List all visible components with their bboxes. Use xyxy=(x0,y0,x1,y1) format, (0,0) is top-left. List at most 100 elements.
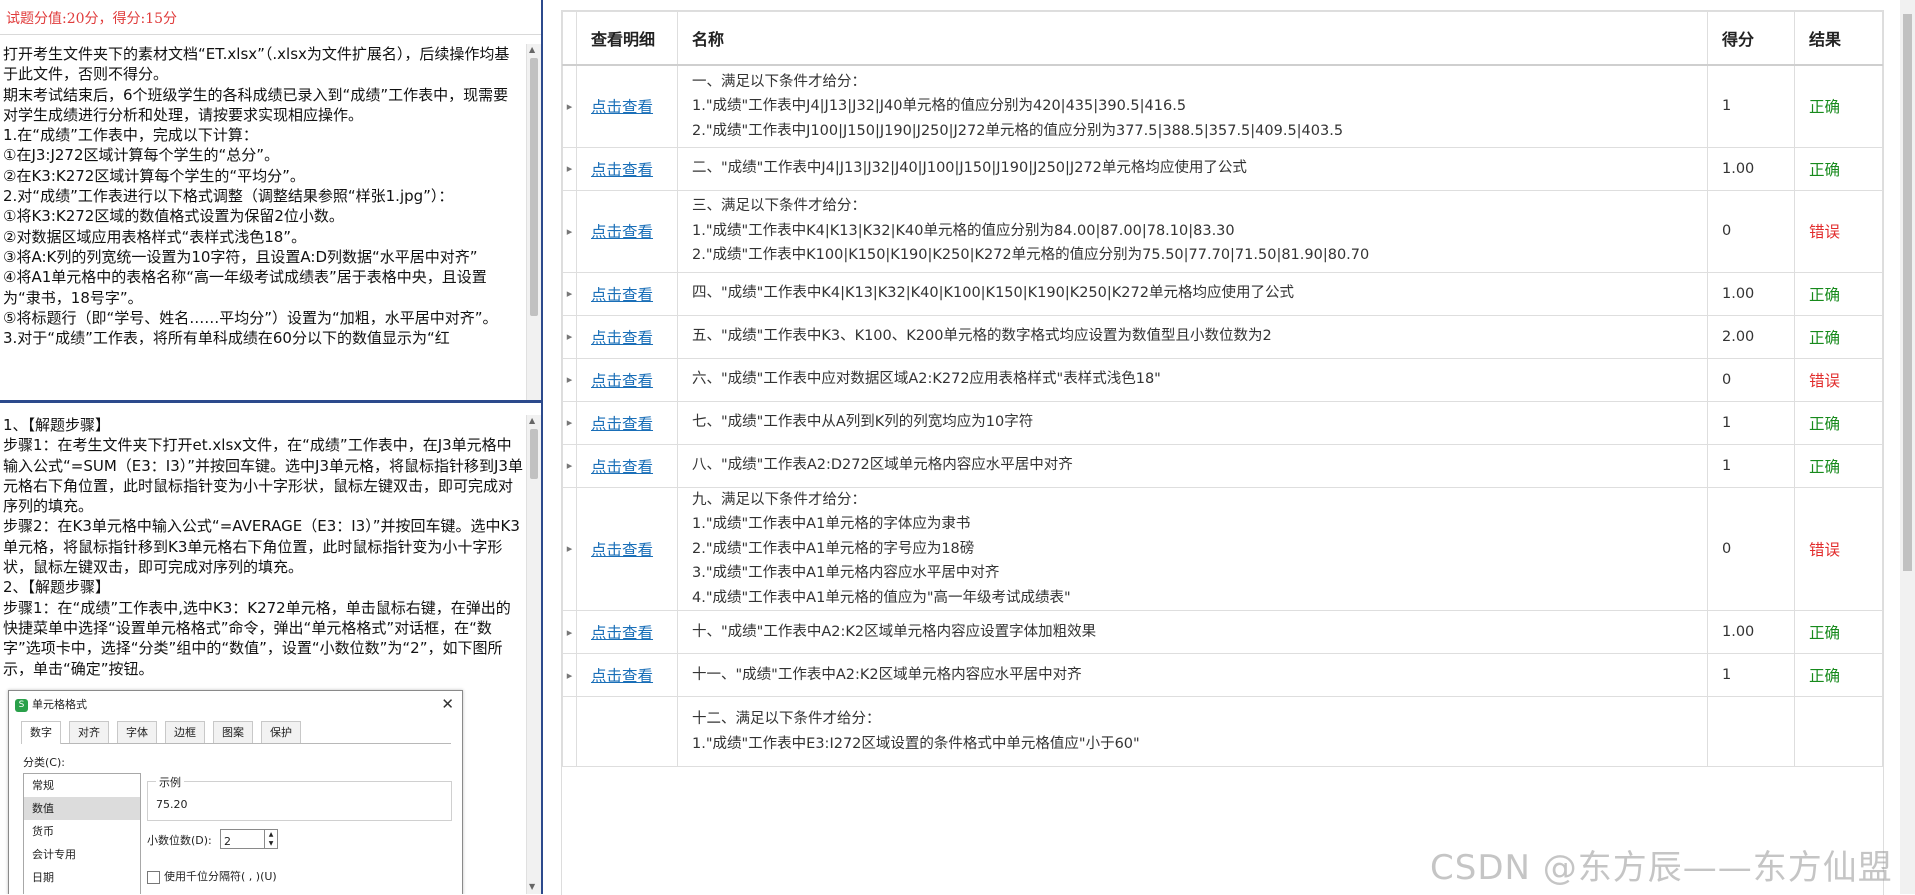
sample-value: 75.20 xyxy=(156,798,188,811)
question-line: 2.对“成绩”工作表进行以下格式调整（调整结果参照“样张1.jpg”）： xyxy=(3,187,454,206)
answer-line: 2、【解题步骤】 xyxy=(3,578,111,597)
expand-row-icon[interactable]: ▸ xyxy=(562,357,577,402)
page-scrollbar[interactable] xyxy=(1900,0,1915,894)
view-cell: 点击查看 xyxy=(576,64,678,148)
scroll-up-icon[interactable]: ▲ xyxy=(529,417,535,425)
criterion-name-cell: 五、"成绩"工作表中K3、K100、K200单元格的数字格式均应设置为数值型且小… xyxy=(677,314,1708,359)
table-row: ▸ 点击查看 八、"成绩"工作表A2:D272区域单元格内容应水平居中对齐 1 正确 xyxy=(562,443,1883,488)
question-scrollbar[interactable]: ▲ xyxy=(526,44,541,400)
criterion-line: 1."成绩"工作表中E3:I272区域设置的条件格式中单元格值应"小于60" xyxy=(692,735,1140,752)
score-bar: 试题分值:20分，得分:15分 xyxy=(0,0,541,35)
expand-row-icon[interactable]: ▸ xyxy=(562,271,577,316)
result-wrong-badge: 错误 xyxy=(1794,189,1883,273)
answer-line: 步骤1：在“成绩”工作表中,选中K3：K272单元格，单击鼠标右键，在弹出的快捷… xyxy=(3,598,511,678)
expand-row-icon[interactable]: ▸ xyxy=(562,443,577,488)
criterion-line: 1."成绩"工作表中J4|J13|J32|J40单元格的值应分别为420|435… xyxy=(692,98,1187,114)
question-line: ③将A:K列的列宽统一设置为10字符，且设置A:D列数据“水平居中对齐” xyxy=(3,247,478,266)
table-row: ▸ 点击查看 九、满足以下条件才给分： 1."成绩"工作表中A1单元格的字体应为隶书 2… xyxy=(562,486,1883,611)
view-cell: 点击查看 xyxy=(576,357,678,402)
expand-row-icon[interactable]: ▸ xyxy=(562,314,577,359)
view-cell: 点击查看 xyxy=(576,486,678,611)
view-details-link[interactable]: 点击查看 xyxy=(591,415,653,433)
expand-row-icon[interactable]: ▸ xyxy=(562,189,577,273)
page-scroll-thumb[interactable] xyxy=(1903,14,1912,571)
question-line: ①在J3:J272区域计算每个学生的“总分”。 xyxy=(3,146,280,165)
header-score: 得分 xyxy=(1707,11,1795,66)
header-name: 名称 xyxy=(677,11,1708,66)
view-details-link[interactable]: 点击查看 xyxy=(591,329,653,347)
dialog-title-text: 单元格格式 xyxy=(32,698,87,711)
score-cell: 1 xyxy=(1707,443,1795,488)
table-row: ▸ 点击查看 七、"成绩"工作表中从A列到K列的列宽均应为10字符 1 正确 xyxy=(562,400,1883,445)
tab-alignment: 对齐 xyxy=(69,721,109,743)
criterion-name-cell: 六、"成绩"工作表中应对数据区域A2:K272应用表格样式"表样式浅色18" xyxy=(677,357,1708,402)
view-details-link[interactable]: 点击查看 xyxy=(591,98,653,116)
score-cell: 1 xyxy=(1707,400,1795,445)
expand-row-icon[interactable] xyxy=(562,696,577,767)
view-details-link[interactable]: 点击查看 xyxy=(591,223,653,241)
question-line: ①将K3:K272区域的数值格式设置为保留2位小数。 xyxy=(3,207,344,226)
criterion-line: 三、满足以下条件才给分： xyxy=(692,198,866,215)
decimal-value: 2 xyxy=(224,835,231,848)
tab-border: 边框 xyxy=(165,721,205,743)
criterion-name-cell: 十、"成绩"工作表中A2:K2区域单元格内容应设置字体加粗效果 xyxy=(677,610,1708,654)
criterion-name-cell: 十一、"成绩"工作表中A2:K2区域单元格内容应水平居中对齐 xyxy=(677,653,1708,697)
question-line: ②对数据区域应用表格样式“表样式浅色18”。 xyxy=(3,227,307,246)
view-cell: 点击查看 xyxy=(576,443,678,488)
expand-row-icon[interactable]: ▸ xyxy=(562,486,577,611)
view-cell xyxy=(576,696,678,767)
result-correct-badge: 正确 xyxy=(1794,400,1883,445)
scroll-down-icon[interactable]: ▼ xyxy=(529,883,535,891)
view-details-link[interactable]: 点击查看 xyxy=(591,161,653,179)
pane-divider[interactable] xyxy=(0,400,541,403)
table-header-row: 查看明细 名称 得分 结果 xyxy=(562,11,1883,66)
criterion-line: 一、满足以下条件才给分： xyxy=(692,73,866,90)
score-cell: 0 xyxy=(1707,357,1795,402)
criterion-line: 五、"成绩"工作表中K3、K100、K200单元格的数字格式均应设置为数值型且小… xyxy=(692,328,1272,345)
left-panel: 试题分值:20分，得分:15分 打开考生文件夹下的素材文档“ET.xlsx”（.… xyxy=(0,0,543,894)
table-row: ▸ 点击查看 三、满足以下条件才给分： 1."成绩"工作表中K4|K13|K32|K4… xyxy=(562,189,1883,273)
result-correct-badge: 正确 xyxy=(1794,443,1883,488)
criterion-line: 十二、满足以下条件才给分： xyxy=(692,711,881,727)
view-details-link[interactable]: 点击查看 xyxy=(591,624,653,642)
result-correct-badge: 正确 xyxy=(1794,610,1883,654)
table-row: 十二、满足以下条件才给分： 1."成绩"工作表中E3:I272区域设置的条件格式中… xyxy=(562,696,1883,767)
view-details-link[interactable]: 点击查看 xyxy=(591,458,653,476)
expand-row-icon[interactable]: ▸ xyxy=(562,653,577,697)
category-item: 日期 xyxy=(32,871,54,884)
header-result: 结果 xyxy=(1794,11,1883,66)
answer-scrollbar[interactable]: ▲ ▼ xyxy=(526,415,541,894)
expand-column-header xyxy=(562,11,577,66)
expand-row-icon[interactable]: ▸ xyxy=(562,610,577,654)
result-correct-badge: 正确 xyxy=(1794,314,1883,359)
question-pane[interactable]: 打开考生文件夹下的素材文档“ET.xlsx”（.xlsx为文件扩展名），后续操作… xyxy=(0,44,541,400)
scroll-thumb[interactable] xyxy=(530,58,538,316)
view-details-link[interactable]: 点击查看 xyxy=(591,286,653,304)
sample-box: 示例 75.20 xyxy=(147,773,452,821)
category-item: 货币 xyxy=(32,825,54,838)
criterion-line: 4."成绩"工作表中A1单元格的值应为"高一年级考试成绩表" xyxy=(692,589,1071,606)
table-row: ▸ 点击查看 十一、"成绩"工作表中A2:K2区域单元格内容应水平居中对齐 1 正确 xyxy=(562,653,1883,697)
criterion-name-cell: 八、"成绩"工作表A2:D272区域单元格内容应水平居中对齐 xyxy=(677,443,1708,488)
table-row: ▸ 点击查看 二、"成绩"工作表中J4|J13|J32|J40|J100|J150|… xyxy=(562,146,1883,191)
expand-row-icon[interactable]: ▸ xyxy=(562,400,577,445)
view-cell: 点击查看 xyxy=(576,271,678,316)
view-details-link[interactable]: 点击查看 xyxy=(591,372,653,390)
expand-row-icon[interactable]: ▸ xyxy=(562,146,577,191)
scroll-thumb[interactable] xyxy=(530,429,538,479)
expand-row-icon[interactable]: ▸ xyxy=(562,64,577,148)
score-cell: 1.00 xyxy=(1707,610,1795,654)
table-row: ▸ 点击查看 十、"成绩"工作表中A2:K2区域单元格内容应设置字体加粗效果 1.00… xyxy=(562,610,1883,654)
tab-protection: 保护 xyxy=(261,721,301,743)
view-details-link[interactable]: 点击查看 xyxy=(591,541,653,559)
decimal-label: 小数位数(D): xyxy=(147,834,212,847)
criterion-line: 八、"成绩"工作表A2:D272区域单元格内容应水平居中对齐 xyxy=(692,457,1073,474)
scroll-up-icon[interactable]: ▲ xyxy=(529,46,535,54)
category-item: 会计专用 xyxy=(32,848,76,861)
view-details-link[interactable]: 点击查看 xyxy=(591,667,653,685)
criterion-line: 1."成绩"工作表中K4|K13|K32|K40单元格的值应分别为84.00|8… xyxy=(692,222,1235,239)
close-icon: ✕ xyxy=(441,695,454,713)
result-correct-badge: 正确 xyxy=(1794,146,1883,191)
view-cell: 点击查看 xyxy=(576,653,678,697)
answer-pane[interactable]: 1、【解题步骤】 步骤1：在考生文件夹下打开et.xlsx文件，在“成绩”工作表中… xyxy=(0,415,541,894)
